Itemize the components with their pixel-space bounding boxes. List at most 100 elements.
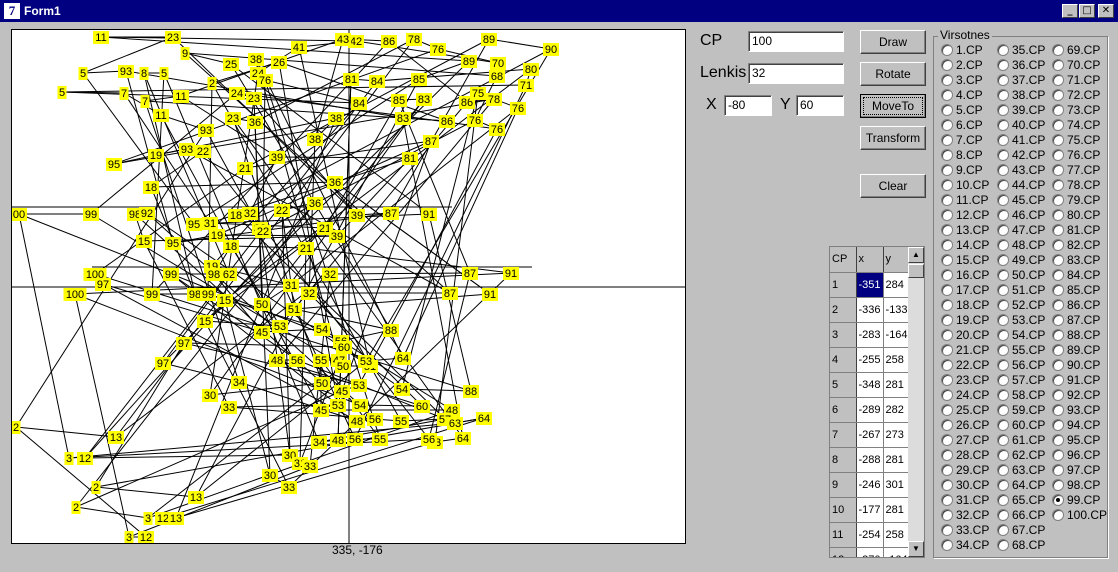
- grid-cell-y[interactable]: 258: [883, 347, 911, 373]
- radio-cp-2[interactable]: 2.CP: [941, 58, 983, 73]
- radio-cp-70[interactable]: 70.CP: [1052, 58, 1100, 73]
- radio-cp-24[interactable]: 24.CP: [941, 388, 989, 403]
- radio-cp-12[interactable]: 12.CP: [941, 208, 989, 223]
- radio-circle-icon[interactable]: [941, 44, 953, 56]
- grid-cell-x[interactable]: -283: [856, 322, 884, 348]
- grid-cell-y[interactable]: 281: [883, 447, 911, 473]
- radio-circle-icon[interactable]: [997, 404, 1009, 416]
- radio-circle-icon[interactable]: [941, 374, 953, 386]
- radio-circle-icon[interactable]: [941, 254, 953, 266]
- radio-cp-77[interactable]: 77.CP: [1052, 163, 1100, 178]
- grid-cell-x[interactable]: -348: [856, 372, 884, 398]
- radio-cp-96[interactable]: 96.CP: [1052, 448, 1100, 463]
- radio-circle-icon[interactable]: [997, 539, 1009, 551]
- grid-cell-x[interactable]: -246: [856, 472, 884, 498]
- radio-cp-99[interactable]: 99.CP: [1052, 493, 1100, 508]
- radio-circle-icon[interactable]: [1052, 239, 1064, 251]
- grid-cell-y[interactable]: 273: [883, 422, 911, 448]
- scroll-thumb[interactable]: [908, 264, 924, 278]
- radio-cp-23[interactable]: 23.CP: [941, 373, 989, 388]
- radio-cp-16[interactable]: 16.CP: [941, 268, 989, 283]
- radio-circle-icon[interactable]: [997, 314, 1009, 326]
- grid-cell-x[interactable]: -288: [856, 447, 884, 473]
- radio-circle-icon[interactable]: [997, 359, 1009, 371]
- radio-circle-icon[interactable]: [941, 419, 953, 431]
- radio-cp-30[interactable]: 30.CP: [941, 478, 989, 493]
- radio-circle-icon[interactable]: [941, 449, 953, 461]
- radio-cp-59[interactable]: 59.CP: [997, 403, 1045, 418]
- radio-cp-79[interactable]: 79.CP: [1052, 193, 1100, 208]
- radio-cp-72[interactable]: 72.CP: [1052, 88, 1100, 103]
- radio-circle-icon[interactable]: [997, 374, 1009, 386]
- radio-circle-icon[interactable]: [941, 269, 953, 281]
- table-row[interactable]: 5 -348 281: [830, 372, 911, 398]
- radio-cp-87[interactable]: 87.CP: [1052, 313, 1100, 328]
- radio-circle-icon[interactable]: [1052, 284, 1064, 296]
- radio-circle-icon[interactable]: [941, 104, 953, 116]
- radio-cp-92[interactable]: 92.CP: [1052, 388, 1100, 403]
- radio-circle-icon[interactable]: [1052, 509, 1064, 521]
- radio-circle-icon[interactable]: [997, 239, 1009, 251]
- radio-cp-50[interactable]: 50.CP: [997, 268, 1045, 283]
- radio-circle-icon[interactable]: [997, 524, 1009, 536]
- radio-circle-icon[interactable]: [941, 179, 953, 191]
- radio-cp-11[interactable]: 11.CP: [941, 193, 988, 208]
- radio-cp-3[interactable]: 3.CP: [941, 73, 983, 88]
- grid-cell-y[interactable]: 281: [883, 497, 911, 523]
- radio-cp-78[interactable]: 78.CP: [1052, 178, 1100, 193]
- radio-cp-80[interactable]: 80.CP: [1052, 208, 1100, 223]
- radio-circle-icon[interactable]: [997, 164, 1009, 176]
- radio-cp-85[interactable]: 85.CP: [1052, 283, 1100, 298]
- radio-cp-82[interactable]: 82.CP: [1052, 238, 1100, 253]
- radio-cp-37[interactable]: 37.CP: [997, 73, 1045, 88]
- radio-circle-icon[interactable]: [1052, 449, 1064, 461]
- radio-circle-icon[interactable]: [941, 329, 953, 341]
- radio-cp-10[interactable]: 10.CP: [941, 178, 989, 193]
- grid-cell-x[interactable]: -254: [856, 522, 884, 548]
- radio-circle-icon[interactable]: [1052, 434, 1064, 446]
- title-bar[interactable]: 7 Form1 _ □ ✕: [0, 0, 1118, 22]
- radio-cp-4[interactable]: 4.CP: [941, 88, 983, 103]
- radio-cp-71[interactable]: 71.CP: [1052, 73, 1100, 88]
- radio-cp-42[interactable]: 42.CP: [997, 148, 1045, 163]
- radio-cp-60[interactable]: 60.CP: [997, 418, 1045, 433]
- table-row[interactable]: 9 -246 301: [830, 472, 911, 498]
- radio-circle-icon[interactable]: [941, 539, 953, 551]
- radio-cp-9[interactable]: 9.CP: [941, 163, 983, 178]
- radio-cp-34[interactable]: 34.CP: [941, 538, 989, 553]
- radio-circle-icon[interactable]: [997, 74, 1009, 86]
- radio-circle-icon[interactable]: [1052, 89, 1064, 101]
- radio-circle-icon[interactable]: [997, 479, 1009, 491]
- radio-cp-36[interactable]: 36.CP: [997, 58, 1045, 73]
- radio-cp-39[interactable]: 39.CP: [997, 103, 1045, 118]
- radio-cp-81[interactable]: 81.CP: [1052, 223, 1100, 238]
- radio-cp-69[interactable]: 69.CP: [1052, 43, 1100, 58]
- table-row[interactable]: 10 -177 281: [830, 497, 911, 523]
- radio-cp-93[interactable]: 93.CP: [1052, 403, 1100, 418]
- radio-cp-26[interactable]: 26.CP: [941, 418, 989, 433]
- radio-circle-icon[interactable]: [941, 164, 953, 176]
- radio-circle-icon[interactable]: [1052, 74, 1064, 86]
- radio-cp-67[interactable]: 67.CP: [997, 523, 1045, 538]
- grid-cell-x[interactable]: -336: [856, 297, 884, 323]
- radio-cp-74[interactable]: 74.CP: [1052, 118, 1100, 133]
- radio-circle-icon[interactable]: [941, 194, 953, 206]
- radio-circle-icon[interactable]: [997, 299, 1009, 311]
- radio-cp-52[interactable]: 52.CP: [997, 298, 1045, 313]
- radio-circle-icon[interactable]: [997, 449, 1009, 461]
- radio-circle-icon[interactable]: [1052, 374, 1064, 386]
- radio-circle-icon[interactable]: [1052, 59, 1064, 71]
- radio-circle-icon[interactable]: [997, 89, 1009, 101]
- grid-cell-x[interactable]: -255: [856, 347, 884, 373]
- table-row[interactable]: 3 -283 -164: [830, 322, 911, 348]
- radio-circle-icon[interactable]: [997, 464, 1009, 476]
- radio-circle-icon[interactable]: [997, 509, 1009, 521]
- radio-circle-icon[interactable]: [997, 209, 1009, 221]
- radio-circle-icon[interactable]: [1052, 134, 1064, 146]
- radio-circle-icon[interactable]: [1052, 224, 1064, 236]
- radio-cp-8[interactable]: 8.CP: [941, 148, 983, 163]
- radio-cp-86[interactable]: 86.CP: [1052, 298, 1100, 313]
- radio-circle-icon[interactable]: [941, 74, 953, 86]
- radio-circle-icon[interactable]: [1052, 344, 1064, 356]
- lenkis-input[interactable]: 32: [748, 63, 844, 84]
